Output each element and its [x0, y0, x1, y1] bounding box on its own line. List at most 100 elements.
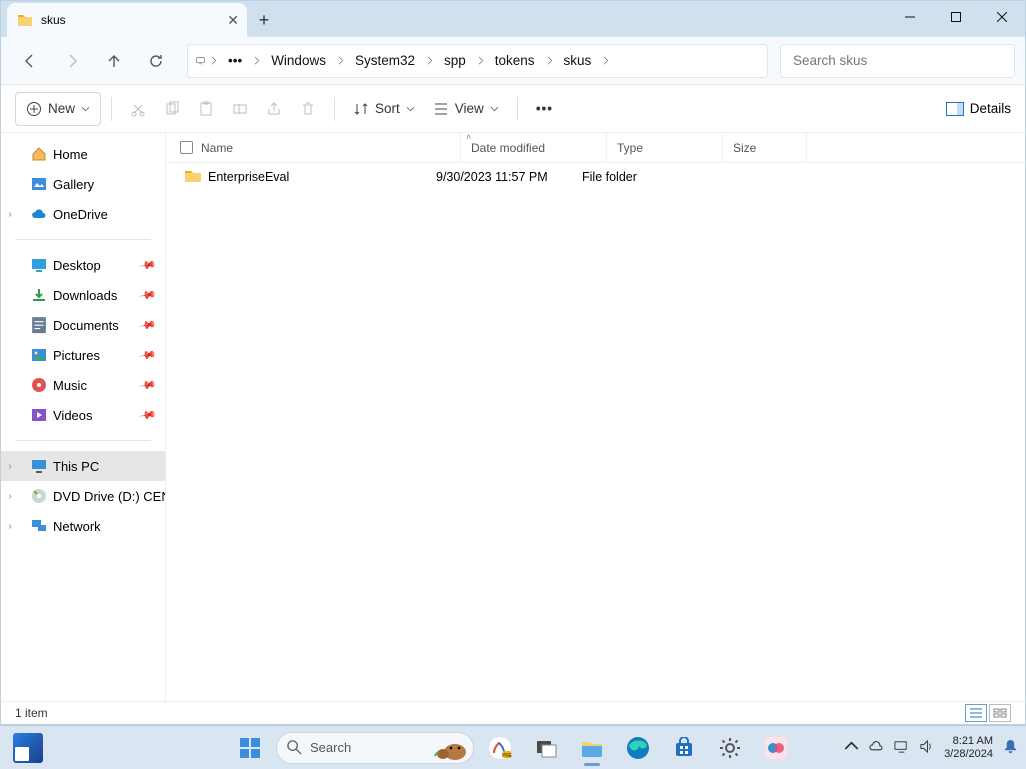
pc-icon	[31, 458, 47, 474]
column-date[interactable]: Date modified	[461, 133, 607, 162]
rename-button[interactable]	[224, 92, 256, 126]
sidebar-item-this-pc[interactable]: ›This PC	[1, 451, 165, 481]
onedrive-tray-icon[interactable]	[869, 739, 884, 757]
back-button[interactable]	[11, 43, 49, 79]
file-name: EnterpriseEval	[208, 170, 289, 184]
sidebar-item-pictures[interactable]: Pictures📌	[1, 340, 165, 370]
new-button-label: New	[48, 101, 75, 116]
gallery-icon	[31, 176, 47, 192]
sidebar-item-network[interactable]: ›Network	[1, 511, 165, 541]
sidebar-item-videos[interactable]: Videos📌	[1, 400, 165, 430]
taskbar-store[interactable]	[664, 728, 704, 768]
videos-icon	[31, 407, 47, 423]
taskbar-explorer[interactable]	[572, 728, 612, 768]
pin-icon: 📌	[139, 406, 158, 425]
up-button[interactable]	[95, 43, 133, 79]
command-bar: New Sort View ••• Details	[1, 85, 1025, 133]
minimize-button[interactable]	[887, 1, 933, 33]
paste-button[interactable]	[190, 92, 222, 126]
close-button[interactable]	[979, 1, 1025, 33]
pc-icon[interactable]	[194, 56, 207, 65]
taskbar-edge[interactable]	[618, 728, 658, 768]
cut-button[interactable]	[122, 92, 154, 126]
taskbar-copilot[interactable]: PRE	[480, 728, 520, 768]
search-box[interactable]	[780, 44, 1015, 78]
sidebar-item-downloads[interactable]: Downloads📌	[1, 280, 165, 310]
notifications-icon[interactable]	[1003, 739, 1018, 757]
sidebar-item-documents[interactable]: Documents📌	[1, 310, 165, 340]
pin-icon: 📌	[139, 286, 158, 305]
tab-close-icon[interactable]: ✕	[227, 12, 239, 29]
chevron-right-icon[interactable]	[334, 56, 347, 65]
new-button[interactable]: New	[15, 92, 101, 126]
sidebar-item-dvd[interactable]: ›DVD Drive (D:) CEN	[1, 481, 165, 511]
sidebar-item-desktop[interactable]: Desktop📌	[1, 250, 165, 280]
pin-icon: 📌	[139, 256, 158, 275]
breadcrumb-seg[interactable]: skus	[556, 53, 600, 68]
view-button[interactable]: View	[425, 92, 507, 126]
select-all-checkbox[interactable]	[180, 141, 193, 154]
sidebar-item-home[interactable]: Home	[1, 139, 165, 169]
table-row[interactable]: EnterpriseEval 9/30/2023 11:57 PM File f…	[166, 163, 1025, 191]
taskbar-taskview[interactable]	[526, 728, 566, 768]
sort-button[interactable]: Sort	[345, 92, 423, 126]
tray-overflow-icon[interactable]	[844, 739, 859, 757]
chevron-right-icon[interactable]	[250, 56, 263, 65]
sidebar-item-music[interactable]: Music📌	[1, 370, 165, 400]
network-tray-icon[interactable]	[894, 739, 909, 757]
taskbar-settings[interactable]	[710, 728, 750, 768]
documents-icon	[31, 317, 47, 333]
chevron-right-icon[interactable]: ›	[3, 491, 17, 502]
tab-title: skus	[41, 13, 66, 27]
chevron-right-icon[interactable]	[207, 56, 220, 65]
sidebar-item-gallery[interactable]: Gallery	[1, 169, 165, 199]
cloud-icon	[31, 206, 47, 222]
breadcrumb-seg[interactable]: tokens	[487, 53, 543, 68]
details-pane-button[interactable]: Details	[946, 101, 1011, 116]
taskbar: Search PRE 8:21 AM 3/28/2024	[0, 725, 1026, 769]
breadcrumb-seg[interactable]: System32	[347, 53, 423, 68]
breadcrumb-seg[interactable]: spp	[436, 53, 474, 68]
forward-button[interactable]	[53, 43, 91, 79]
tray-time: 8:21 AM	[944, 735, 993, 748]
music-icon	[31, 377, 47, 393]
taskbar-app[interactable]	[756, 728, 796, 768]
delete-button[interactable]	[292, 92, 324, 126]
start-button[interactable]	[230, 728, 270, 768]
thumbnails-view-button[interactable]	[989, 704, 1011, 722]
sidebar-item-onedrive[interactable]: ›OneDrive	[1, 199, 165, 229]
breadcrumb-overflow[interactable]: •••	[220, 53, 250, 68]
volume-tray-icon[interactable]	[919, 739, 934, 757]
maximize-button[interactable]	[933, 1, 979, 33]
sort-button-label: Sort	[375, 101, 400, 116]
pin-icon: 📌	[139, 316, 158, 335]
column-type[interactable]: Type	[607, 133, 723, 162]
pin-icon: 📌	[139, 346, 158, 365]
new-tab-button[interactable]: +	[247, 3, 281, 37]
column-size[interactable]: Size	[723, 133, 807, 162]
more-button[interactable]: •••	[528, 92, 561, 126]
folder-icon	[17, 12, 33, 28]
chevron-right-icon[interactable]	[599, 56, 612, 65]
chevron-right-icon[interactable]: ›	[3, 209, 17, 220]
chevron-right-icon[interactable]	[543, 56, 556, 65]
chevron-right-icon[interactable]	[474, 56, 487, 65]
breadcrumb-seg[interactable]: Windows	[263, 53, 334, 68]
copy-button[interactable]	[156, 92, 188, 126]
view-button-label: View	[455, 101, 484, 116]
clock[interactable]: 8:21 AM 3/28/2024	[944, 735, 993, 760]
search-input[interactable]	[791, 52, 1004, 69]
address-bar[interactable]: ••• Windows System32 spp tokens skus	[187, 44, 768, 78]
refresh-button[interactable]	[137, 43, 175, 79]
share-button[interactable]	[258, 92, 290, 126]
search-mascot-icon	[433, 734, 469, 763]
navigation-pane: Home Gallery ›OneDrive Desktop📌 Download…	[1, 133, 166, 701]
chevron-right-icon[interactable]	[423, 56, 436, 65]
tab-current[interactable]: skus ✕	[7, 3, 247, 37]
widgets-button[interactable]	[8, 728, 48, 768]
chevron-right-icon[interactable]: ›	[3, 521, 17, 532]
details-view-button[interactable]	[965, 704, 987, 722]
taskbar-search[interactable]: Search	[276, 732, 474, 764]
column-name[interactable]: Name	[201, 133, 461, 162]
chevron-right-icon[interactable]: ›	[3, 461, 17, 472]
